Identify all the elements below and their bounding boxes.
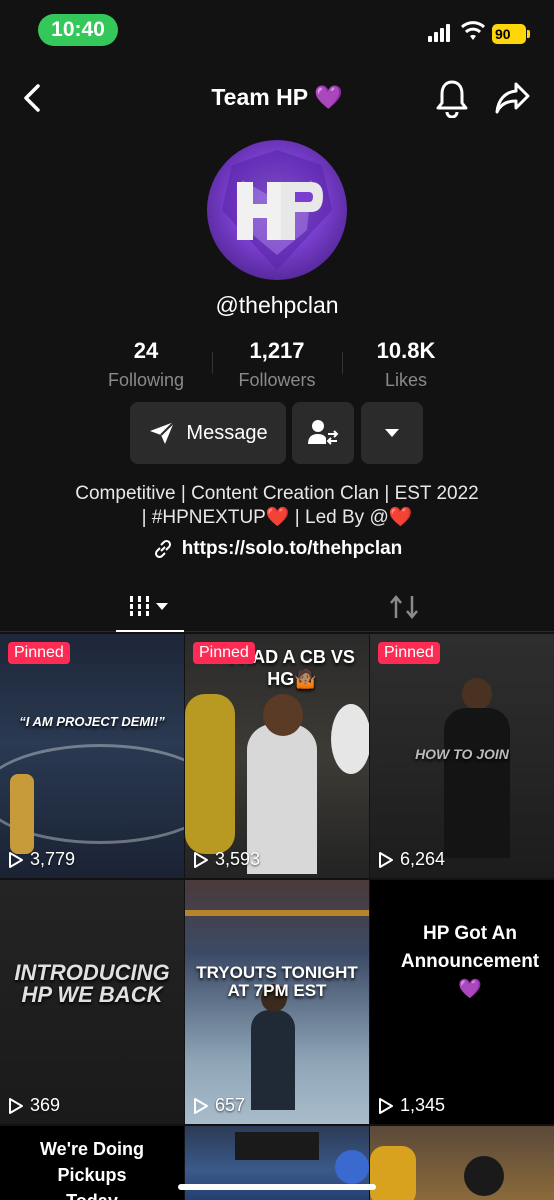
- video-tile[interactable]: “I AM PROJECT DEMI!” Pinned 3,779: [0, 634, 184, 878]
- play-icon: [9, 1097, 23, 1114]
- player-head: [464, 1156, 504, 1196]
- avatar[interactable]: [207, 140, 347, 280]
- video-tile[interactable]: [370, 1126, 554, 1200]
- play-icon: [194, 851, 208, 868]
- player-figure: [251, 1010, 295, 1110]
- top-nav: Team HP 💜: [0, 72, 554, 124]
- stat-divider: [212, 352, 213, 374]
- video-tile[interactable]: TRYOUTS TONIGHT AT 7PM EST 657: [185, 880, 369, 1124]
- video-tile[interactable]: I HAD A CB VS HG🤷🏽 Pinned 3,593: [185, 634, 369, 878]
- more-dropdown-button[interactable]: [361, 402, 423, 464]
- player-figure: [10, 774, 34, 854]
- tab-reposts[interactable]: [370, 582, 438, 632]
- play-icon: [194, 1097, 208, 1114]
- message-button[interactable]: Message: [130, 402, 286, 464]
- stat-followers[interactable]: 1,217 Followers: [222, 338, 332, 391]
- play-icon: [379, 851, 393, 868]
- pinned-badge: Pinned: [8, 642, 70, 664]
- player-head: [462, 678, 492, 710]
- stat-following[interactable]: 24 Following: [96, 338, 196, 391]
- wifi-icon: [460, 21, 486, 40]
- pinned-badge: Pinned: [378, 642, 440, 664]
- stat-likes[interactable]: 10.8K Likes: [356, 338, 456, 391]
- grid-icon: [128, 596, 168, 616]
- hp-logo: [222, 150, 332, 270]
- play-icon: [9, 851, 23, 868]
- play-icon: [379, 1097, 393, 1114]
- profile-bio: Competitive | Content Creation Clan | ES…: [75, 483, 479, 528]
- view-count: 1,345: [378, 1095, 445, 1116]
- content-tabs: [0, 582, 554, 632]
- player-head: [263, 694, 303, 736]
- caret-down-icon: [385, 429, 399, 437]
- logo-shape: [331, 704, 369, 774]
- pinned-badge: Pinned: [193, 642, 255, 664]
- bio-link[interactable]: https://solo.to/thehpclan: [0, 538, 554, 560]
- video-tile[interactable]: INTRODUCING HP WE BACK 369: [0, 880, 184, 1124]
- status-time: 10:40: [38, 14, 118, 46]
- repost-icon: [390, 595, 418, 619]
- view-count: 369: [8, 1095, 60, 1116]
- battery-icon: 90: [492, 24, 530, 44]
- tab-videos[interactable]: [116, 582, 184, 632]
- view-count: 657: [193, 1095, 245, 1116]
- video-tile[interactable]: HOW TO JOIN Pinned 6,264: [370, 634, 554, 878]
- scoreboard: [235, 1132, 319, 1160]
- follow-back-button[interactable]: [292, 402, 354, 464]
- signal-icon: [428, 22, 454, 42]
- view-count: 3,779: [8, 849, 75, 870]
- view-count: 3,593: [193, 849, 260, 870]
- player-figure: [370, 1146, 416, 1200]
- link-icon: [154, 539, 171, 559]
- send-icon: [150, 421, 176, 444]
- arena-light: [185, 910, 369, 916]
- home-indicator: [178, 1184, 376, 1190]
- share-icon[interactable]: [494, 80, 532, 116]
- player-figure: [185, 694, 235, 854]
- video-tile[interactable]: HP Got An Announcement💜 1,345: [370, 880, 554, 1124]
- stat-divider: [342, 352, 343, 374]
- view-count: 6,264: [378, 849, 445, 870]
- profile-handle: @thehpclan: [215, 292, 339, 318]
- ball-shape: [335, 1150, 369, 1184]
- player-figure: [444, 708, 510, 858]
- status-bar: 10:40 90: [0, 0, 554, 62]
- video-tile[interactable]: We're Doing Pickups Today: [0, 1126, 184, 1200]
- page-title: Team HP 💜: [211, 84, 343, 110]
- user-swap-icon: [308, 420, 339, 445]
- bell-icon[interactable]: [434, 78, 470, 118]
